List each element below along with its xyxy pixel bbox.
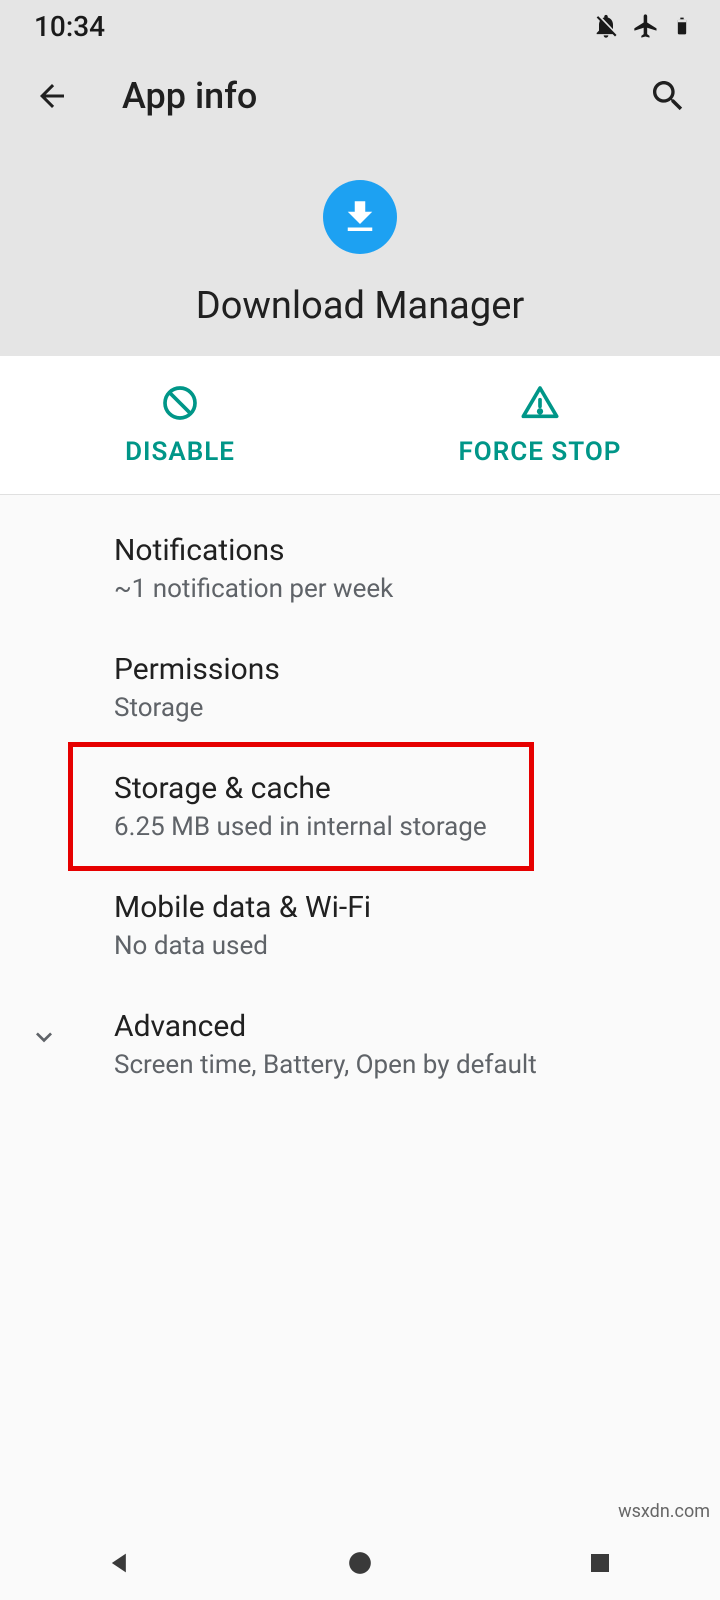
triangle-back-icon [106,1549,134,1577]
data-title: Mobile data & Wi-Fi [114,890,690,925]
notifications-item[interactable]: Notifications ~1 notification per week [0,509,720,628]
arrow-back-icon [34,78,70,114]
status-icons [592,12,692,40]
nav-home-button[interactable] [300,1539,420,1587]
notification-off-icon [592,12,620,40]
chevron-down-icon [20,1013,68,1061]
app-header: Download Manager [0,140,720,338]
disable-label: DISABLE [125,437,235,467]
permissions-item[interactable]: Permissions Storage [0,628,720,747]
disable-button[interactable]: DISABLE [0,356,360,494]
notifications-subtitle: ~1 notification per week [114,574,690,604]
permissions-subtitle: Storage [114,693,690,723]
storage-item[interactable]: Storage & cache 6.25 MB used in internal… [0,747,720,866]
search-icon [648,76,688,116]
square-recent-icon [588,1551,612,1575]
status-bar: 10:34 [0,0,720,52]
settings-list: Notifications ~1 notification per week P… [0,495,720,1104]
circle-home-icon [347,1550,373,1576]
status-time: 10:34 [34,10,105,43]
watermark: wsxdn.com [618,1501,710,1522]
app-bar: App info [0,52,720,140]
force-stop-label: FORCE STOP [459,437,622,467]
warning-icon [520,383,560,423]
storage-title: Storage & cache [114,771,690,806]
force-stop-button[interactable]: FORCE STOP [360,356,720,494]
storage-subtitle: 6.25 MB used in internal storage [114,812,690,842]
advanced-subtitle: Screen time, Battery, Open by default [114,1050,690,1080]
data-subtitle: No data used [114,931,690,961]
battery-icon [672,12,692,40]
download-icon [339,196,381,238]
search-button[interactable] [644,72,692,120]
airplane-mode-icon [632,12,660,40]
advanced-item[interactable]: Advanced Screen time, Battery, Open by d… [0,985,720,1104]
page-title: App info [122,75,644,117]
nav-back-button[interactable] [60,1539,180,1587]
advanced-title: Advanced [114,1009,690,1044]
header-section: App info Download Manager [0,52,720,356]
nav-recent-button[interactable] [540,1539,660,1587]
highlight-box [68,742,534,871]
data-item[interactable]: Mobile data & Wi-Fi No data used [0,866,720,985]
notifications-title: Notifications [114,533,690,568]
app-name: Download Manager [196,284,524,328]
action-row: DISABLE FORCE STOP [0,356,720,495]
navigation-bar [0,1526,720,1600]
disable-icon [160,383,200,423]
permissions-title: Permissions [114,652,690,687]
back-button[interactable] [28,72,76,120]
app-icon [323,180,397,254]
